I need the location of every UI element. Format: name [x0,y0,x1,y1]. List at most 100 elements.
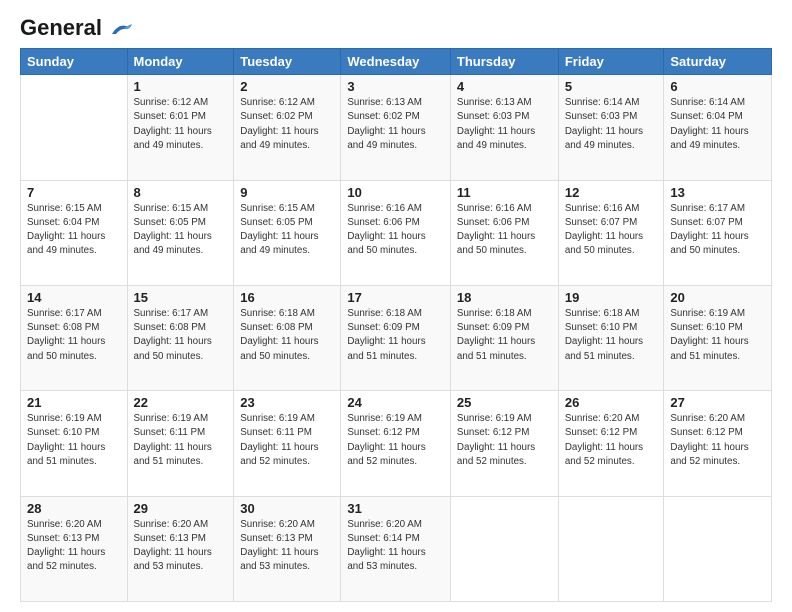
day-cell: 14 Sunrise: 6:17 AMSunset: 6:08 PMDayligh… [21,285,128,390]
col-friday: Friday [558,49,664,75]
day-number: 18 [457,290,552,305]
day-cell: 2 Sunrise: 6:12 AMSunset: 6:02 PMDaylight… [234,75,341,180]
day-cell: 17 Sunrise: 6:18 AMSunset: 6:09 PMDayligh… [341,285,451,390]
day-info: Sunrise: 6:19 AMSunset: 6:10 PMDaylight:… [27,412,121,469]
day-number: 5 [565,79,658,94]
day-number: 30 [240,501,334,516]
day-info: Sunrise: 6:19 AMSunset: 6:12 PMDaylight:… [347,412,444,469]
day-cell: 22Sunrise: 6:19 AMSunset: 6:11 PMDayligh… [127,391,234,496]
day-info: Sunrise: 6:15 AMSunset: 6:04 PMDaylight:… [27,202,121,259]
day-info: Sunrise: 6:18 AMSunset: 6:09 PMDaylight:… [347,307,444,364]
col-tuesday: Tuesday [234,49,341,75]
day-info: Sunrise: 6:17 AMSunset: 6:08 PMDaylight:… [27,307,121,364]
header: General [20,16,772,38]
day-cell: 21Sunrise: 6:19 AMSunset: 6:10 PMDayligh… [21,391,128,496]
day-info: Sunrise: 6:20 AMSunset: 6:12 PMDaylight:… [670,412,765,469]
day-number: 27 [670,395,765,410]
day-cell [558,496,664,601]
day-info: Sunrise: 6:12 AMSunset: 6:01 PMDaylight:… [134,96,228,153]
day-cell: 20 Sunrise: 6:19 AMSunset: 6:10 PMDayligh… [664,285,772,390]
day-cell: 23 Sunrise: 6:19 AMSunset: 6:11 PMDayligh… [234,391,341,496]
day-info: Sunrise: 6:19 AMSunset: 6:12 PMDaylight:… [457,412,552,469]
day-info: Sunrise: 6:14 AMSunset: 6:03 PMDaylight:… [565,96,658,153]
day-info: Sunrise: 6:20 AMSunset: 6:13 PMDaylight:… [134,518,228,575]
day-number: 14 [27,290,121,305]
day-info: Sunrise: 6:13 AMSunset: 6:02 PMDaylight:… [347,96,444,153]
day-cell: 27 Sunrise: 6:20 AMSunset: 6:12 PMDayligh… [664,391,772,496]
day-cell: 31 Sunrise: 6:20 AMSunset: 6:14 PMDayligh… [341,496,451,601]
day-number: 10 [347,185,444,200]
day-cell: 19 Sunrise: 6:18 AMSunset: 6:10 PMDayligh… [558,285,664,390]
day-number: 29 [134,501,228,516]
week-row-4: 21Sunrise: 6:19 AMSunset: 6:10 PMDayligh… [21,391,772,496]
logo: General [20,16,134,38]
day-cell: 18Sunrise: 6:18 AMSunset: 6:09 PMDayligh… [450,285,558,390]
day-number: 7 [27,185,121,200]
day-info: Sunrise: 6:16 AMSunset: 6:06 PMDaylight:… [347,202,444,259]
day-info: Sunrise: 6:15 AMSunset: 6:05 PMDaylight:… [134,202,228,259]
day-number: 15 [134,290,228,305]
day-number: 9 [240,185,334,200]
logo-bird-icon [110,20,134,38]
day-info: Sunrise: 6:19 AMSunset: 6:10 PMDaylight:… [670,307,765,364]
day-cell: 11 Sunrise: 6:16 AMSunset: 6:06 PMDayligh… [450,180,558,285]
day-info: Sunrise: 6:16 AMSunset: 6:07 PMDaylight:… [565,202,658,259]
day-cell: 4 Sunrise: 6:13 AMSunset: 6:03 PMDaylight… [450,75,558,180]
day-cell [21,75,128,180]
day-cell: 12Sunrise: 6:16 AMSunset: 6:07 PMDayligh… [558,180,664,285]
day-info: Sunrise: 6:19 AMSunset: 6:11 PMDaylight:… [240,412,334,469]
logo-general: General [20,16,134,40]
day-number: 11 [457,185,552,200]
col-thursday: Thursday [450,49,558,75]
calendar-table: Sunday Monday Tuesday Wednesday Thursday… [20,48,772,602]
day-info: Sunrise: 6:16 AMSunset: 6:06 PMDaylight:… [457,202,552,259]
week-row-5: 28 Sunrise: 6:20 AMSunset: 6:13 PMDayligh… [21,496,772,601]
day-info: Sunrise: 6:14 AMSunset: 6:04 PMDaylight:… [670,96,765,153]
col-saturday: Saturday [664,49,772,75]
day-info: Sunrise: 6:12 AMSunset: 6:02 PMDaylight:… [240,96,334,153]
calendar-header-row: Sunday Monday Tuesday Wednesday Thursday… [21,49,772,75]
page: General Sunday Monday Tuesday Wednesday … [0,0,792,612]
day-number: 17 [347,290,444,305]
day-number: 28 [27,501,121,516]
day-info: Sunrise: 6:17 AMSunset: 6:08 PMDaylight:… [134,307,228,364]
day-cell: 13 Sunrise: 6:17 AMSunset: 6:07 PMDayligh… [664,180,772,285]
day-number: 6 [670,79,765,94]
day-info: Sunrise: 6:20 AMSunset: 6:13 PMDaylight:… [27,518,121,575]
day-number: 25 [457,395,552,410]
day-number: 2 [240,79,334,94]
day-number: 23 [240,395,334,410]
day-number: 16 [240,290,334,305]
day-cell: 5 Sunrise: 6:14 AMSunset: 6:03 PMDaylight… [558,75,664,180]
day-cell: 9Sunrise: 6:15 AMSunset: 6:05 PMDaylight… [234,180,341,285]
day-info: Sunrise: 6:13 AMSunset: 6:03 PMDaylight:… [457,96,552,153]
day-info: Sunrise: 6:17 AMSunset: 6:07 PMDaylight:… [670,202,765,259]
day-info: Sunrise: 6:20 AMSunset: 6:14 PMDaylight:… [347,518,444,575]
week-row-1: 1 Sunrise: 6:12 AMSunset: 6:01 PMDaylight… [21,75,772,180]
day-number: 8 [134,185,228,200]
day-info: Sunrise: 6:18 AMSunset: 6:08 PMDaylight:… [240,307,334,364]
day-number: 31 [347,501,444,516]
day-cell: 15 Sunrise: 6:17 AMSunset: 6:08 PMDayligh… [127,285,234,390]
week-row-2: 7 Sunrise: 6:15 AMSunset: 6:04 PMDaylight… [21,180,772,285]
day-info: Sunrise: 6:20 AMSunset: 6:12 PMDaylight:… [565,412,658,469]
day-cell: 30 Sunrise: 6:20 AMSunset: 6:13 PMDayligh… [234,496,341,601]
day-cell: 1 Sunrise: 6:12 AMSunset: 6:01 PMDaylight… [127,75,234,180]
day-number: 4 [457,79,552,94]
day-cell: 16 Sunrise: 6:18 AMSunset: 6:08 PMDayligh… [234,285,341,390]
day-number: 19 [565,290,658,305]
day-cell: 26 Sunrise: 6:20 AMSunset: 6:12 PMDayligh… [558,391,664,496]
day-info: Sunrise: 6:20 AMSunset: 6:13 PMDaylight:… [240,518,334,575]
day-cell: 7 Sunrise: 6:15 AMSunset: 6:04 PMDaylight… [21,180,128,285]
day-info: Sunrise: 6:18 AMSunset: 6:10 PMDaylight:… [565,307,658,364]
col-sunday: Sunday [21,49,128,75]
day-number: 20 [670,290,765,305]
day-number: 1 [134,79,228,94]
day-number: 3 [347,79,444,94]
day-cell [450,496,558,601]
day-number: 13 [670,185,765,200]
day-cell: 24 Sunrise: 6:19 AMSunset: 6:12 PMDayligh… [341,391,451,496]
week-row-3: 14 Sunrise: 6:17 AMSunset: 6:08 PMDayligh… [21,285,772,390]
day-number: 24 [347,395,444,410]
day-number: 26 [565,395,658,410]
